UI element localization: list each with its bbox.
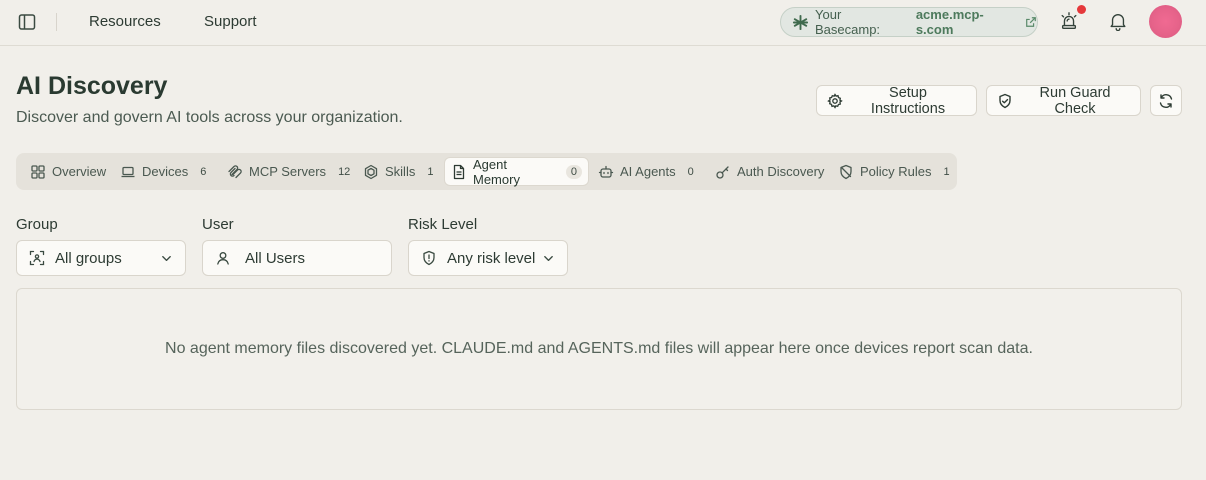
tab-mcp-servers[interactable]: MCP Servers 12 <box>221 157 356 186</box>
tab-skills[interactable]: Skills 1 <box>357 157 439 186</box>
tab-label: Skills <box>385 164 416 179</box>
tab-label: Agent Memory <box>473 156 520 187</box>
tab-devices[interactable]: Devices 6 <box>114 157 212 186</box>
user-icon <box>217 252 229 265</box>
refresh-icon <box>1158 93 1174 109</box>
user-avatar[interactable] <box>1149 5 1182 38</box>
group-filter-label: Group <box>16 216 58 233</box>
top-bar: Resources Support Your Basecamp: acme.mc… <box>0 0 1206 46</box>
tab-count: 6 <box>200 165 207 178</box>
basecamp-domain[interactable]: acme.mcp-s.com <box>916 7 1019 37</box>
nav-link-support[interactable]: Support <box>204 13 257 30</box>
tab-label: Overview <box>52 164 107 179</box>
chevron-down-icon <box>544 255 553 262</box>
basecamp-asterisk-icon <box>792 14 809 31</box>
key-icon <box>715 164 731 180</box>
run-guard-check-label: Run Guard Check <box>1039 84 1111 117</box>
refresh-button[interactable] <box>1150 85 1182 116</box>
shield-slash-icon <box>838 164 854 180</box>
chevron-down-icon <box>162 255 171 262</box>
tab-auth-discovery[interactable]: Auth Discovery <box>709 157 830 186</box>
bell-icon[interactable] <box>1108 11 1130 33</box>
tab-label: Policy Rules <box>860 164 932 179</box>
group-select-value: All groups <box>55 249 122 267</box>
page-title: AI Discovery <box>16 72 168 100</box>
gear-icon <box>827 92 843 109</box>
tab-count: 1 <box>943 165 950 178</box>
basecamp-label: Your Basecamp: <box>815 7 881 37</box>
risk-select-value: Any risk level <box>447 249 536 267</box>
run-guard-check-button[interactable]: Run Guard Check <box>986 84 1141 117</box>
shield-check-icon <box>997 93 1013 109</box>
setup-instructions-button[interactable]: Setup Instructions <box>816 84 977 117</box>
setup-instructions-label: Setup Instructions <box>870 84 946 117</box>
shield-alert-icon <box>423 250 435 266</box>
discovery-tabs: Overview Devices 6 MCP Servers 12 Skills… <box>16 153 957 190</box>
laptop-icon <box>120 164 136 180</box>
document-icon <box>451 164 467 180</box>
user-filter-label: User <box>202 216 234 233</box>
tab-overview[interactable]: Overview <box>24 157 112 186</box>
tab-label: Auth Discovery <box>737 164 825 179</box>
bot-icon <box>598 164 614 180</box>
divider <box>56 13 57 31</box>
nav-link-resources[interactable]: Resources <box>89 13 161 30</box>
risk-level-select[interactable]: Any risk level <box>408 240 568 276</box>
notification-dot <box>1077 5 1086 14</box>
tab-count: 0 <box>687 165 694 178</box>
risk-filter-label: Risk Level <box>408 216 478 233</box>
tab-count: 1 <box>427 165 434 178</box>
tab-count: 12 <box>338 165 351 178</box>
tab-policy-rules[interactable]: Policy Rules 1 <box>832 157 956 186</box>
tab-label: MCP Servers <box>249 164 327 179</box>
alarm-siren-icon[interactable] <box>1059 11 1081 33</box>
grid-icon <box>30 164 46 180</box>
group-select[interactable]: All groups <box>16 240 186 276</box>
basecamp-pill[interactable]: Your Basecamp: acme.mcp-s.com <box>780 7 1038 37</box>
mcp-icon <box>227 164 243 180</box>
hexagon-icon <box>363 164 379 180</box>
external-link-icon <box>1025 16 1037 28</box>
tab-label: AI Agents <box>620 164 676 179</box>
tab-label: Devices <box>142 164 189 179</box>
empty-state-panel: No agent memory files discovered yet. CL… <box>16 288 1182 410</box>
user-select[interactable]: All Users <box>202 240 392 276</box>
user-select-value: All Users <box>245 249 306 267</box>
group-scan-icon <box>29 250 45 266</box>
tab-agent-memory[interactable]: Agent Memory 0 <box>444 156 589 187</box>
tab-ai-agents[interactable]: AI Agents 0 <box>592 157 700 186</box>
tab-count: 0 <box>565 164 582 179</box>
sidebar-toggle-icon[interactable] <box>17 12 37 32</box>
empty-state-message: No agent memory files discovered yet. CL… <box>165 340 1033 357</box>
page-subtitle: Discover and govern AI tools across your… <box>16 109 403 126</box>
